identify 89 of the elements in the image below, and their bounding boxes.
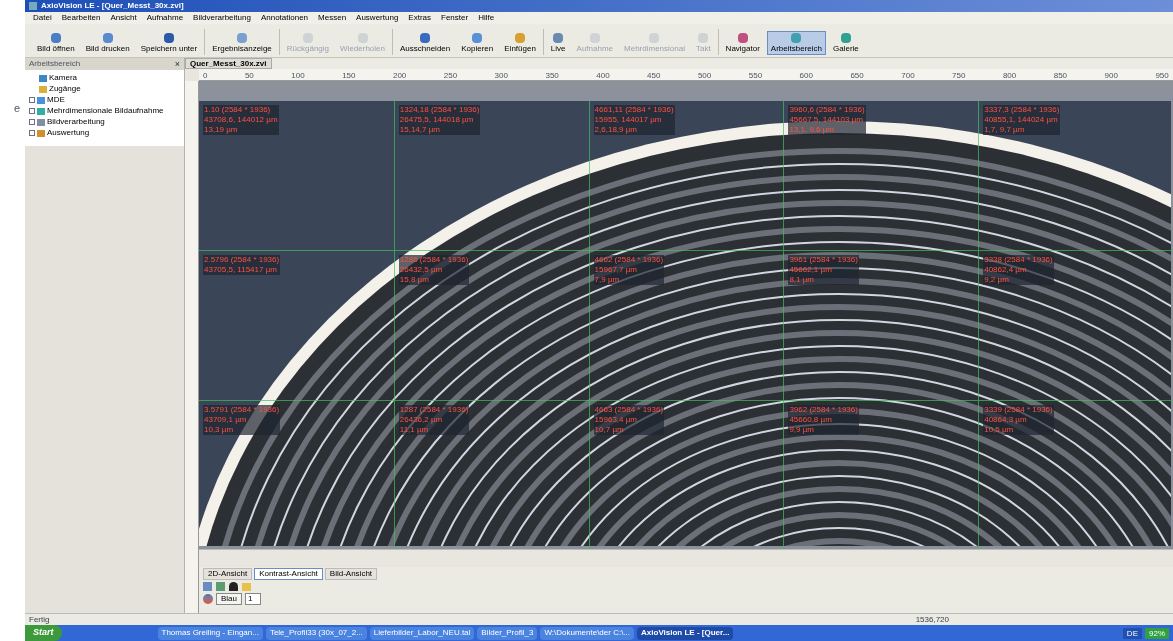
toolbar-button[interactable]: Einfügen xyxy=(500,31,540,55)
image-icon[interactable] xyxy=(203,582,212,591)
ruler-label: 200 xyxy=(392,72,407,80)
ruler-label: 750 xyxy=(952,72,966,80)
ruler-label: 350 xyxy=(545,72,559,80)
ruler-label: 500 xyxy=(697,72,712,80)
menu-item[interactable]: Auswertung xyxy=(356,14,399,22)
taskbar-button[interactable]: Lieferbilder_Labor_NEU.tal xyxy=(369,626,475,640)
ruler-label: 550 xyxy=(748,72,763,80)
bell-icon[interactable] xyxy=(229,582,238,591)
measurement-label: 4662 (2584 * 1936) 15967,7 µm 7,9 µm xyxy=(593,255,665,286)
menu-item[interactable]: Fenster xyxy=(441,14,469,22)
measurement-label: 3962 (2584 * 1936) 45660,8 µm 9,9 µm xyxy=(788,404,859,435)
taskbar-button[interactable]: Tele_Profil33 (30x_07_2... xyxy=(265,626,367,640)
ruler-label: 600 xyxy=(799,72,813,80)
ruler-label: 400 xyxy=(596,72,610,80)
measurement-label: 1286 (2584 * 1936) 26432,5 µm 15,8 µm xyxy=(398,255,470,286)
measurement-label: 1287 (2584 * 1936) 26436,2 µm 11,1 µm xyxy=(398,404,470,435)
ruler-label: 700 xyxy=(901,72,915,80)
ruler-label: 250 xyxy=(443,72,458,80)
toolbar-button[interactable]: Navigator xyxy=(721,31,764,55)
measurement-label: 3338 (2584 * 1936) 40862,4 µm 9,2 µm xyxy=(983,255,1054,286)
view-tab[interactable]: 2D-Ansicht xyxy=(203,568,253,580)
ruler-label: 50 xyxy=(244,72,254,80)
view-tab[interactable]: Bild-Ansicht xyxy=(324,568,378,580)
measurement-label: 2.5796 (2584 * 1936) 43705,5, 115417 µm xyxy=(203,255,281,276)
tree-item[interactable]: Auswertung xyxy=(25,128,184,138)
measurement-label: 3339 (2584 * 1936) 40864,3 µm 10,5 µm xyxy=(983,404,1054,435)
measurement-label: 1.10 (2584 * 1936) 43708,6, 144012 µm 13,19 µm xyxy=(203,105,279,135)
panel-title: Arbeitsbereich xyxy=(29,60,81,68)
ruler-label: 450 xyxy=(647,72,661,80)
status-text: Fertig xyxy=(29,615,50,624)
window-title: AxioVision LE - [Quer_Messt_30x.zvi] xyxy=(41,2,184,10)
measurement-label: 3961 (2584 * 1936) 45662,1 µm 8,1 µm xyxy=(788,255,859,286)
tree-item[interactable]: MDE xyxy=(25,95,184,105)
menu-item[interactable]: Messen xyxy=(318,14,347,22)
input-field[interactable]: 1 xyxy=(245,593,261,605)
menu-item[interactable]: Datei xyxy=(33,14,52,22)
ruler-label: 100 xyxy=(291,72,305,80)
tree-item[interactable]: Bildverarbeitung xyxy=(25,117,184,127)
close-button[interactable]: × xyxy=(174,59,180,69)
measurement-label: 3337,3 (2584 * 1936) 40855,1, 144024 µm 1,7, 9,7 µm xyxy=(983,105,1061,135)
display-icon[interactable] xyxy=(216,582,225,591)
tree-item[interactable]: Mehrdimensionale Bildaufnahme xyxy=(25,106,184,116)
taskbar-button[interactable]: Thomas Greiling - Eingan... xyxy=(157,626,263,640)
taskbar-button[interactable]: AxioVision LE - [Quer... xyxy=(637,626,734,640)
folder-icon[interactable] xyxy=(242,582,251,591)
toolbar-button[interactable]: Bild öffnen xyxy=(33,31,79,55)
measurement-label: 4663 (2584 * 1936) 15963,4 µm 10,7 µm xyxy=(593,404,665,435)
ruler-label: 300 xyxy=(494,72,508,80)
ruler-label: 150 xyxy=(342,72,356,80)
taskbar-button[interactable]: Bilder_Profil_3 xyxy=(477,626,538,640)
view-tab[interactable]: Kontrast-Ansicht xyxy=(254,568,323,580)
toolbar-button[interactable]: Bild drucken xyxy=(81,31,134,55)
menu-item[interactable]: Annotationen xyxy=(260,14,309,22)
taskbar-button[interactable]: W:\Dokumente\der C:\... xyxy=(540,626,635,640)
toolbar-button[interactable]: Ausschneiden xyxy=(395,31,455,55)
toolbar-button[interactable]: Arbeitsbereich xyxy=(766,31,826,55)
tray-indicator[interactable]: DE xyxy=(1122,627,1142,639)
ruler-label: 950 xyxy=(1155,72,1169,80)
toolbar-button[interactable]: Kopieren xyxy=(457,31,498,55)
tree-item[interactable]: Zugänge xyxy=(25,84,184,94)
tree-item[interactable]: Kamera xyxy=(25,73,184,83)
menu-item[interactable]: Aufnahme xyxy=(146,14,184,22)
measurement-label: 1324,18 (2584 * 1936) 26475,5, 144018 µm 15,14,7 µm xyxy=(398,105,481,135)
menu-item[interactable]: Bildverarbeitung xyxy=(193,14,251,22)
coordinates-text: 1536,720 xyxy=(915,615,949,624)
menu-item[interactable]: Ansicht xyxy=(110,14,137,22)
measurement-label: 3.5791 (2584 * 1936) 43709,1 µm 10,3 µm xyxy=(203,404,281,435)
measurement-label: 4661,11 (2584 * 1936) 15955, 144017 µm 2,6,18,9 µm xyxy=(593,105,675,135)
ruler-label: 850 xyxy=(1053,72,1068,80)
app-icon xyxy=(29,2,37,10)
horizontal-scrollbar[interactable] xyxy=(199,549,1173,567)
color-wheel-icon[interactable] xyxy=(203,594,213,604)
page-margin-text: e xyxy=(14,101,21,116)
ruler-label: 800 xyxy=(1002,72,1017,80)
channel-button[interactable]: Blau xyxy=(216,593,242,605)
toolbar-button[interactable]: Ergebnisanzeige xyxy=(208,31,276,55)
ruler-label: 0 xyxy=(203,72,208,80)
measurement-label: 3960,6 (2584 * 1936) 45667,5, 144103 µm 13,1, 9,6 µm xyxy=(788,105,866,135)
menu-item[interactable]: Extras xyxy=(408,14,431,22)
ruler-label: 900 xyxy=(1104,72,1118,80)
menu-item[interactable]: Hilfe xyxy=(478,14,495,22)
toolbar-button[interactable]: Galerie xyxy=(829,31,863,55)
toolbar-button[interactable]: Speichern unter xyxy=(136,31,202,55)
toolbar-button[interactable]: Live xyxy=(546,31,570,55)
ruler-label: 650 xyxy=(850,72,864,80)
start-button[interactable]: Start xyxy=(25,625,62,641)
menu-item[interactable]: Bearbeiten xyxy=(61,14,101,22)
